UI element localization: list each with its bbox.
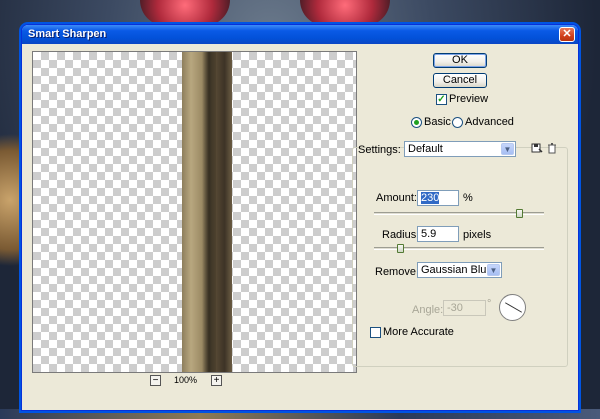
background-goggle-left — [140, 0, 230, 26]
zoom-out-button[interactable]: − — [150, 375, 161, 386]
dialog-title: Smart Sharpen — [28, 28, 107, 40]
preview-checkbox[interactable]: ✓ — [436, 94, 447, 105]
remove-label: Remove: — [375, 266, 420, 278]
zoom-controls: − 100% + — [150, 375, 230, 387]
amount-slider-thumb[interactable] — [516, 209, 523, 218]
more-accurate-label: More Accurate — [383, 326, 454, 338]
smart-sharpen-dialog: Smart Sharpen ✕ − 100% + OK Cancel ✓ Pre… — [21, 24, 579, 411]
advanced-radio[interactable] — [452, 117, 463, 128]
radius-unit: pixels — [463, 229, 492, 241]
basic-radio[interactable] — [411, 117, 422, 128]
zoom-level: 100% — [174, 375, 198, 385]
amount-field[interactable]: 230 — [417, 190, 459, 206]
preview-label: Preview — [449, 93, 489, 105]
save-settings-icon[interactable] — [530, 142, 544, 156]
angle-label: Angle: — [412, 304, 444, 316]
remove-value: Gaussian Blur — [421, 264, 491, 276]
angle-value: -30 — [447, 302, 463, 314]
settings-label: Settings: — [358, 144, 401, 156]
title-bar[interactable]: Smart Sharpen ✕ — [22, 25, 578, 44]
angle-dial[interactable] — [499, 294, 526, 321]
amount-value: 230 — [421, 192, 440, 204]
preview-canvas[interactable] — [32, 51, 357, 373]
more-accurate-checkbox[interactable] — [370, 327, 381, 338]
radius-field[interactable]: 5.9 — [417, 226, 459, 242]
ok-button[interactable]: OK — [433, 53, 487, 68]
settings-value: Default — [408, 143, 443, 155]
radius-value: 5.9 — [421, 228, 437, 240]
angle-needle — [505, 302, 522, 313]
background-goggle-right — [300, 0, 390, 26]
trash-icon[interactable] — [545, 142, 559, 156]
amount-unit: % — [463, 192, 473, 204]
preview-image — [182, 52, 232, 372]
amount-label: Amount: — [376, 192, 417, 204]
angle-unit: ° — [487, 298, 492, 310]
radius-label: Radius: — [382, 229, 420, 241]
chevron-down-icon: ▼ — [501, 143, 514, 155]
radius-slider-thumb[interactable] — [397, 244, 404, 253]
close-button[interactable]: ✕ — [559, 27, 575, 42]
chevron-down-icon: ▼ — [487, 264, 500, 276]
angle-field[interactable]: -30 — [443, 300, 486, 316]
basic-label: Basic — [424, 116, 451, 128]
advanced-label: Advanced — [465, 116, 514, 128]
remove-dropdown[interactable]: Gaussian Blur ▼ — [417, 262, 502, 278]
settings-dropdown[interactable]: Default ▼ — [404, 141, 516, 157]
cancel-button[interactable]: Cancel — [433, 73, 487, 88]
zoom-in-button[interactable]: + — [211, 375, 222, 386]
